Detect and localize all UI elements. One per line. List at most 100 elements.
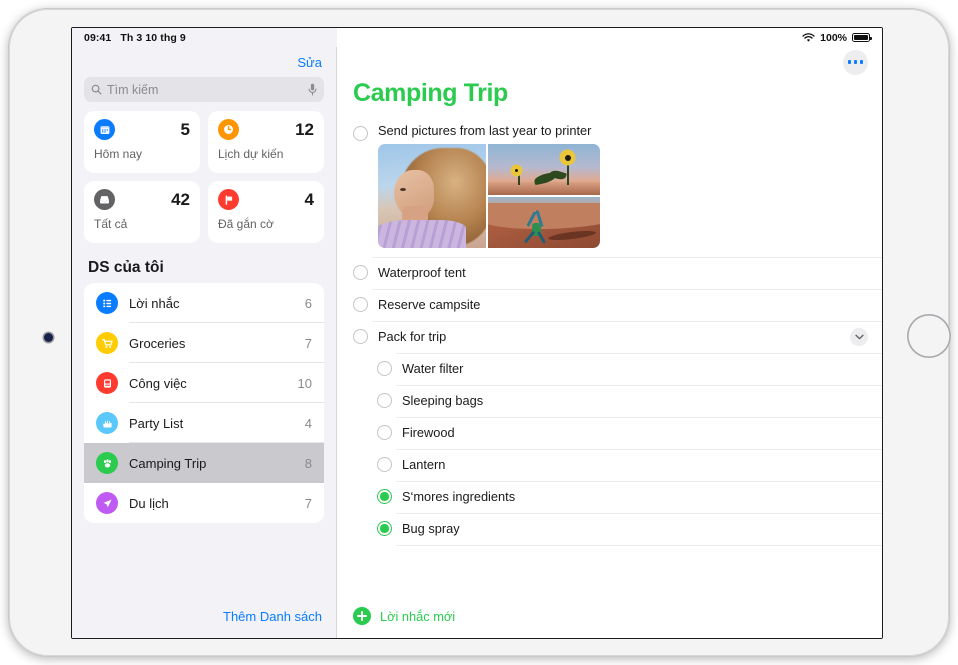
subtask-row[interactable]: Bug spray: [337, 513, 882, 545]
task-title: Pack for trip: [378, 329, 447, 344]
task-list: Send pictures from last year to printer: [337, 118, 882, 594]
row-divider: [396, 385, 882, 386]
microphone-icon[interactable]: [308, 83, 317, 96]
edit-button[interactable]: Sửa: [297, 55, 322, 70]
task-title: Reserve campsite: [378, 297, 481, 312]
row-divider: [396, 417, 882, 418]
sidebar-item-count: 7: [304, 495, 312, 511]
sidebar-item-count: 8: [304, 455, 312, 471]
task-checkbox[interactable]: [377, 425, 392, 440]
row-divider: [396, 545, 882, 546]
status-date: Th 3 10 thg 9: [120, 31, 186, 44]
task-row[interactable]: Send pictures from last year to printer: [337, 118, 882, 257]
status-bar: 09:41 Th 3 10 thg 9 100%: [72, 28, 882, 47]
status-time: 09:41: [84, 31, 112, 44]
bullet-list-icon: [96, 292, 118, 314]
task-attachment-photos[interactable]: [378, 144, 600, 248]
new-reminder-button[interactable]: Lời nhắc mới: [337, 594, 882, 638]
smart-list-today[interactable]: 5 Hôm nay: [84, 111, 200, 173]
task-checkbox[interactable]: [377, 361, 392, 376]
row-divider: [396, 449, 882, 450]
search-input[interactable]: Tìm kiếm: [84, 77, 324, 102]
battery-percent: 100%: [820, 31, 847, 44]
my-lists-card: Lời nhắc 6 Groceries 7 Công việc 10 Part…: [84, 283, 324, 523]
sidebar-item-camping-trip[interactable]: Camping Trip 8: [84, 443, 324, 483]
task-checkbox-completed[interactable]: [377, 521, 392, 536]
sidebar-item-du-lich[interactable]: Du lịch 7: [84, 483, 324, 523]
chevron-down-icon[interactable]: [850, 328, 868, 346]
sidebar-item-count: 7: [304, 335, 312, 351]
sidebar-item-count: 4: [304, 415, 312, 431]
inbox-icon: [94, 189, 115, 210]
task-title: Water filter: [402, 361, 464, 376]
task-title: Sleeping bags: [402, 393, 484, 408]
task-title: Waterproof tent: [378, 265, 466, 280]
task-title: S‘mores ingredients: [402, 489, 516, 504]
photo-portrait[interactable]: [378, 144, 486, 248]
home-button[interactable]: [907, 314, 951, 358]
subtask-row[interactable]: Lantern: [337, 449, 882, 481]
task-title: Send pictures from last year to printer: [378, 123, 592, 138]
subtask-row[interactable]: S‘mores ingredients: [337, 481, 882, 513]
add-list-label: Thêm Danh sách: [223, 608, 322, 624]
status-bar-right: 100%: [337, 28, 882, 47]
task-row[interactable]: Pack for trip: [337, 321, 882, 353]
smart-lists-grid: 5 Hôm nay 12 Lịch dự kiến 42 Tất cả 4 Đã…: [72, 111, 336, 243]
status-bar-left: 09:41 Th 3 10 thg 9: [72, 28, 337, 47]
task-row[interactable]: Reserve campsite: [337, 289, 882, 321]
sidebar-item-count: 10: [297, 375, 312, 391]
task-checkbox[interactable]: [353, 265, 368, 280]
wifi-icon: [802, 32, 815, 42]
task-checkbox[interactable]: [377, 457, 392, 472]
ipad-device-frame: 09:41 Th 3 10 thg 9 100% Sửa Tìm kiếm 5 …: [8, 8, 951, 657]
sidebar-item-loi-nhac[interactable]: Lời nhắc 6: [84, 283, 324, 323]
row-divider: [372, 289, 882, 290]
task-title: Firewood: [402, 425, 455, 440]
smart-list-flagged[interactable]: 4 Đã gắn cờ: [208, 181, 324, 243]
sidebar: Sửa Tìm kiếm 5 Hôm nay 12 Lịch dự kiến 4…: [72, 47, 337, 638]
paper-plane-icon: [96, 492, 118, 514]
search-icon: [91, 84, 102, 95]
subtask-row[interactable]: Water filter: [337, 353, 882, 385]
sidebar-item-label: Groceries: [129, 335, 186, 351]
task-row[interactable]: Waterproof tent: [337, 257, 882, 289]
briefcase-icon: [96, 372, 118, 394]
smart-list-count: 4: [304, 190, 314, 209]
cake-icon: [96, 412, 118, 434]
subtask-row[interactable]: Sleeping bags: [337, 385, 882, 417]
calendar-icon: [94, 119, 115, 140]
task-checkbox[interactable]: [353, 329, 368, 344]
task-title: Lantern: [402, 457, 446, 472]
smart-list-all[interactable]: 42 Tất cả: [84, 181, 200, 243]
task-title: Bug spray: [402, 521, 460, 536]
new-reminder-label: Lời nhắc mới: [380, 608, 456, 624]
row-divider: [372, 257, 882, 258]
task-checkbox[interactable]: [353, 126, 368, 141]
photo-cartwheel[interactable]: [488, 197, 600, 248]
more-ellipsis-icon[interactable]: [843, 49, 868, 75]
battery-icon: [852, 33, 872, 42]
sidebar-item-label: Camping Trip: [129, 455, 207, 471]
smart-list-scheduled[interactable]: 12 Lịch dự kiến: [208, 111, 324, 173]
task-checkbox-completed[interactable]: [377, 489, 392, 504]
clock-icon: [218, 119, 239, 140]
photo-sunflowers[interactable]: [488, 144, 600, 195]
sidebar-item-label: Công việc: [129, 375, 187, 391]
front-camera-icon: [44, 333, 53, 342]
subtask-row[interactable]: Firewood: [337, 417, 882, 449]
row-divider: [396, 513, 882, 514]
paw-icon: [96, 452, 118, 474]
sidebar-item-party-list[interactable]: Party List 4: [84, 403, 324, 443]
my-lists-heading: DS của tôi: [88, 259, 164, 276]
row-divider: [396, 353, 882, 354]
add-list-button[interactable]: Thêm Danh sách: [72, 594, 336, 638]
smart-list-label: Tất cả: [94, 217, 128, 231]
sidebar-item-groceries[interactable]: Groceries 7: [84, 323, 324, 363]
sidebar-item-cong-viec[interactable]: Công việc 10: [84, 363, 324, 403]
task-checkbox[interactable]: [353, 297, 368, 312]
sidebar-item-label: Lời nhắc: [129, 295, 180, 311]
smart-list-count: 5: [180, 120, 190, 139]
task-checkbox[interactable]: [377, 393, 392, 408]
shopping-cart-icon: [96, 332, 118, 354]
row-divider: [372, 321, 882, 322]
